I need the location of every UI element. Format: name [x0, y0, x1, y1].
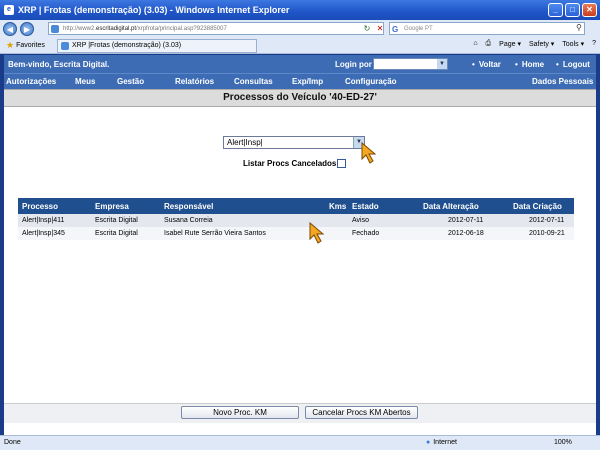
- url-prefix: http://www2.: [63, 26, 97, 32]
- cell-data-criacao: 2010-09-21: [529, 230, 565, 237]
- page-icon: [51, 25, 59, 33]
- menu-dados-pessoais[interactable]: Dados Pessoais: [532, 77, 593, 86]
- cancel-processes-button[interactable]: Cancelar Procs KM Abertos: [305, 406, 418, 419]
- cell-responsavel: Susana Correia: [164, 217, 213, 224]
- menu-exp-imp[interactable]: Exp/Imp: [292, 77, 323, 86]
- tab-icon: [61, 42, 69, 50]
- table-row[interactable]: Alert|Insp|345 Escrita Digital Isabel Ru…: [18, 227, 574, 240]
- cancelled-label: Listar Procs Cancelados: [243, 159, 337, 168]
- url-host: escritadigital.pt: [96, 26, 137, 32]
- cancelled-checkbox[interactable]: [337, 159, 346, 168]
- cell-data-alteracao: 2012-06-18: [448, 230, 484, 237]
- col-responsavel[interactable]: Responsável: [164, 202, 213, 211]
- search-icon[interactable]: ⚲: [576, 23, 582, 32]
- cell-empresa: Escrita Digital: [95, 230, 138, 237]
- cell-processo[interactable]: Alert|Insp|411: [22, 217, 64, 224]
- new-process-button[interactable]: Novo Proc. KM: [181, 406, 299, 419]
- welcome-text: Bem-vindo, Escrita Digital.: [8, 60, 110, 69]
- link-logout[interactable]: Logout: [556, 60, 590, 69]
- login-label: Login por: [335, 60, 372, 69]
- process-type-select[interactable]: Alert|Insp| ▼: [223, 136, 365, 149]
- col-data-alteracao[interactable]: Data Alteração: [423, 202, 479, 211]
- web-page: Bem-vindo, Escrita Digital. Login por ▼ …: [4, 55, 596, 435]
- table-row[interactable]: Alert|Insp|411 Escrita Digital Susana Co…: [18, 214, 574, 227]
- safety-menu[interactable]: Safety ▾: [529, 40, 554, 48]
- google-icon: G: [392, 25, 399, 34]
- url-field[interactable]: http://www2.escritadigital.pt/xrpfrota/p…: [48, 22, 384, 35]
- tools-menu[interactable]: Tools ▾: [562, 40, 584, 48]
- col-processo[interactable]: Processo: [22, 202, 58, 211]
- status-bar: Done Internet 100%: [0, 435, 600, 450]
- menu-autorizacoes[interactable]: Autorizações: [6, 77, 56, 86]
- menu-relatorios[interactable]: Relatórios: [175, 77, 214, 86]
- process-type-value: Alert|Insp|: [227, 138, 263, 147]
- address-bar: ◀ ▶ http://www2.escritadigital.pt/xrpfro…: [0, 20, 600, 38]
- main-menu: Autorizações Meus Gestão Relatórios Cons…: [4, 73, 596, 89]
- col-data-criacao[interactable]: Data Criação: [513, 202, 562, 211]
- chevron-down-icon: ▼: [437, 59, 447, 69]
- menu-meus[interactable]: Meus: [75, 77, 95, 86]
- star-icon: ★: [6, 40, 15, 50]
- login-select[interactable]: ▼: [373, 58, 448, 70]
- table-header: Processo Empresa Responsável Kms Estado …: [18, 198, 574, 214]
- cell-responsavel: Isabel Rute Serrão Vieira Santos: [164, 230, 266, 237]
- page-title: Processos do Veículo '40-ED-27': [4, 89, 596, 107]
- col-empresa[interactable]: Empresa: [95, 202, 129, 211]
- cell-empresa: Escrita Digital: [95, 217, 138, 224]
- close-button[interactable]: ✕: [582, 3, 597, 17]
- cell-processo[interactable]: Alert|Insp|345: [22, 230, 65, 237]
- menu-consultas[interactable]: Consultas: [234, 77, 273, 86]
- link-home[interactable]: Home: [515, 60, 544, 69]
- window-title-bar: e XRP | Frotas (demonstração) (3.03) - W…: [0, 0, 600, 20]
- top-header: Bem-vindo, Escrita Digital. Login por ▼ …: [4, 55, 596, 73]
- refresh-icon[interactable]: ↻: [362, 24, 372, 34]
- search-input[interactable]: G Google PT: [389, 22, 585, 35]
- maximize-button[interactable]: □: [565, 3, 580, 17]
- favorites-bar: ★ Favorites XRP |Frotas (demonstração) (…: [0, 38, 600, 54]
- minimize-button[interactable]: _: [548, 3, 563, 17]
- url-path: /xrpfrota/principal.asp?923885007: [136, 26, 227, 32]
- page-menu[interactable]: Page ▾: [499, 40, 521, 48]
- security-zone: Internet: [426, 439, 457, 446]
- home-icon[interactable]: ⌂: [473, 40, 477, 48]
- cell-data-alteracao: 2012-07-11: [448, 217, 484, 224]
- menu-configuracao[interactable]: Configuração: [345, 77, 397, 86]
- col-estado[interactable]: Estado: [352, 202, 379, 211]
- forward-button[interactable]: ▶: [20, 22, 34, 36]
- back-button[interactable]: ◀: [3, 22, 17, 36]
- favorites-button[interactable]: ★ Favorites: [6, 40, 45, 51]
- col-kms[interactable]: Kms: [329, 202, 346, 211]
- help-icon[interactable]: ?: [592, 40, 596, 48]
- ie-icon: e: [4, 5, 14, 15]
- cell-estado: Aviso: [352, 217, 369, 224]
- link-voltar[interactable]: Voltar: [472, 60, 501, 69]
- window-title: XRP | Frotas (demonstração) (3.03) - Win…: [18, 5, 290, 15]
- stop-icon[interactable]: ✕: [375, 24, 385, 34]
- cell-data-criacao: 2012-07-11: [529, 217, 565, 224]
- print-icon[interactable]: ⎙: [486, 40, 492, 48]
- status-text: Done: [4, 439, 21, 446]
- cell-estado: Fechado: [352, 230, 380, 237]
- tab-title: XRP |Frotas (demonstração) (3.03): [72, 42, 182, 49]
- favorites-label: Favorites: [16, 42, 45, 49]
- action-bar: [4, 403, 596, 423]
- browser-tab[interactable]: XRP |Frotas (demonstração) (3.03): [57, 39, 257, 53]
- menu-gestao[interactable]: Gestão: [117, 77, 144, 86]
- process-table: Processo Empresa Responsável Kms Estado …: [18, 198, 574, 240]
- search-placeholder: Google PT: [404, 26, 433, 32]
- zoom-level[interactable]: 100%: [554, 439, 572, 446]
